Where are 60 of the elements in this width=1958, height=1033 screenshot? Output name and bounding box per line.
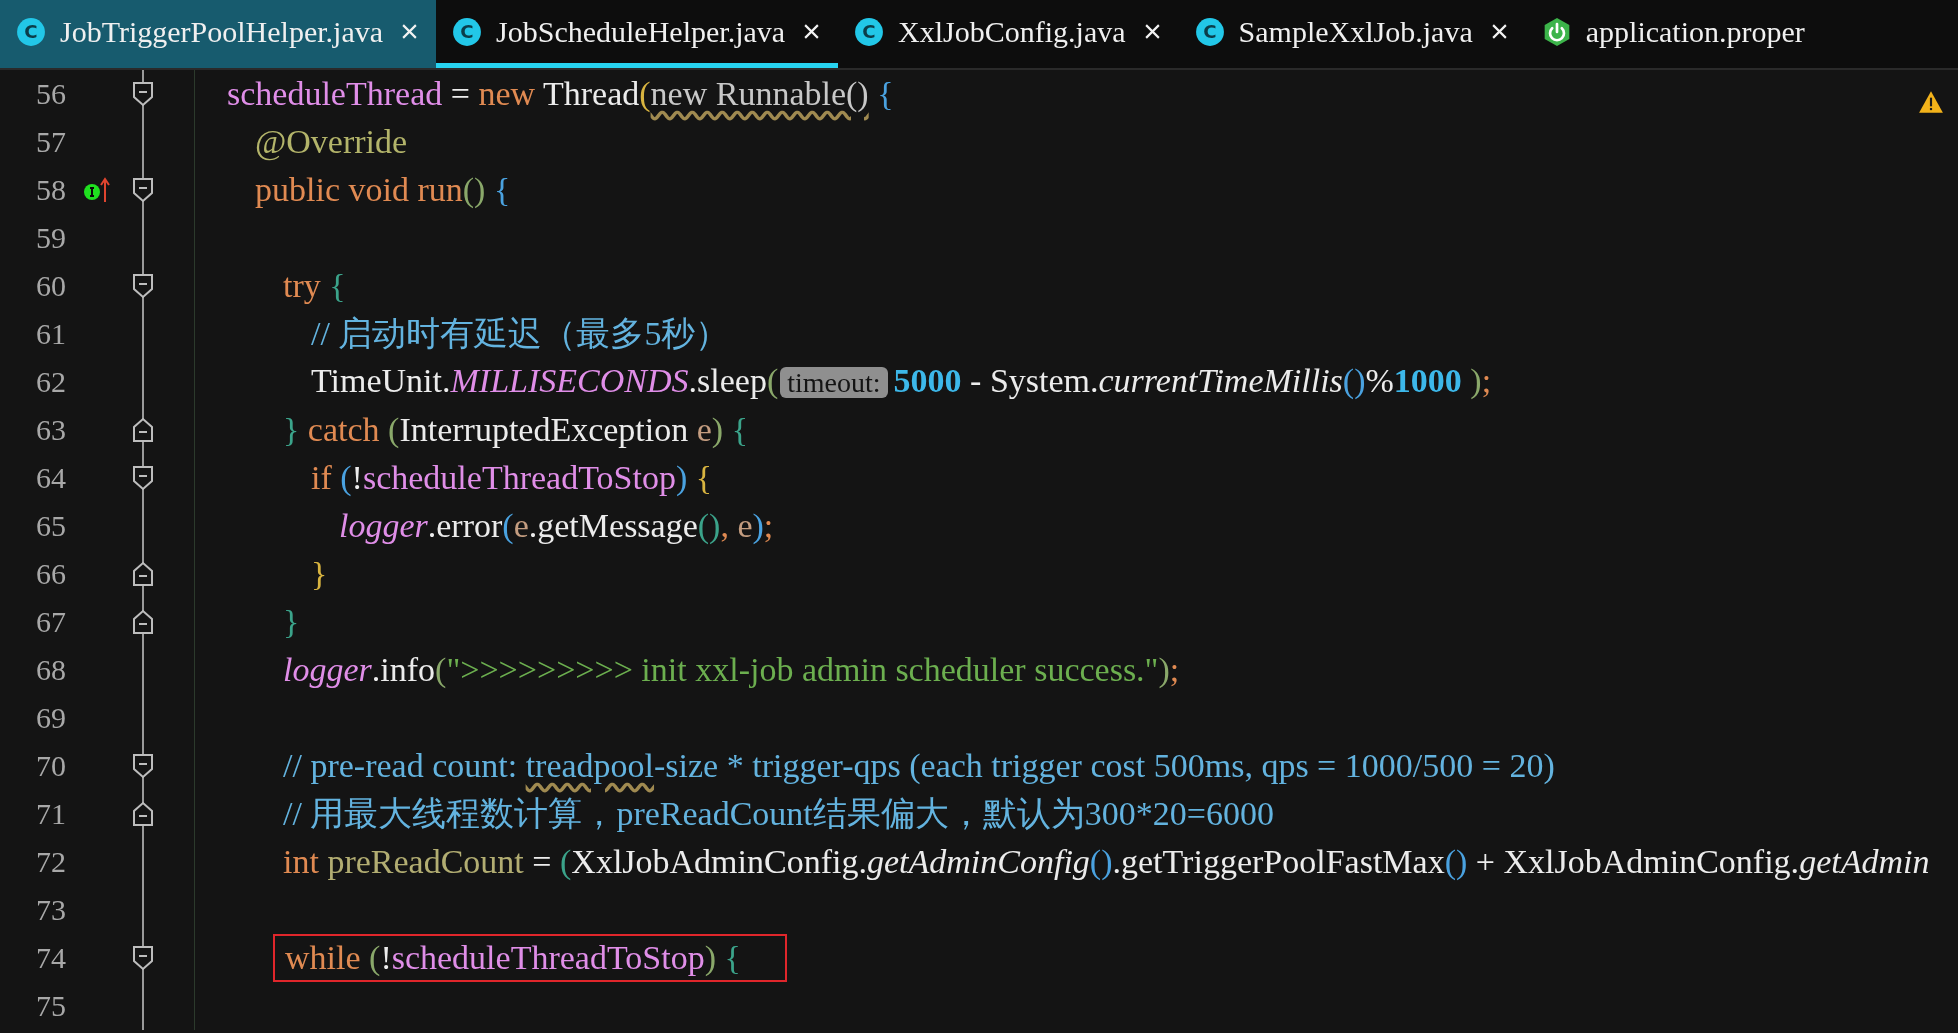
fold-icon[interactable] <box>131 943 155 973</box>
code-line: public void run() { <box>254 170 511 210</box>
code-line: logger.error(e.getMessage(), e); <box>338 506 774 546</box>
editor-tab[interactable]: C XxlJobConfig.java <box>838 0 1179 68</box>
fold-icon[interactable] <box>131 271 155 301</box>
warning-icon[interactable] <box>1918 90 1944 114</box>
line-number: 64 <box>35 461 66 495</box>
close-icon[interactable] <box>1143 23 1161 40</box>
line-number: 75 <box>35 989 66 1023</box>
line-number: 69 <box>35 701 66 735</box>
line-number: 68 <box>35 653 66 687</box>
code-line: if (!scheduleThreadToStop) { <box>310 458 713 498</box>
line-number: 73 <box>35 893 66 927</box>
fold-icon[interactable] <box>131 79 155 109</box>
class-icon: C <box>854 16 885 47</box>
line-number: 59 <box>35 221 66 255</box>
fold-icon[interactable] <box>131 607 155 637</box>
code-line: try { <box>282 266 346 306</box>
line-number: 62 <box>35 365 66 399</box>
code-line: @Override <box>254 122 408 163</box>
code-line: // 启动时有延迟（最多5秒） <box>310 314 730 354</box>
fold-icon[interactable] <box>131 751 155 781</box>
line-number: 67 <box>35 605 66 639</box>
line-number: 66 <box>35 557 66 591</box>
code-line: // pre-read count: treadpool-size * trigger-qps (each trigger cost 500ms, qps = 1000/500 = 20) <box>282 746 1555 786</box>
line-number: 56 <box>35 77 66 111</box>
code-line: } <box>310 554 328 594</box>
code-line: scheduleThread = new Thread(new Runnable() { <box>227 74 894 114</box>
editor-tab[interactable]: application.proper <box>1525 0 1823 68</box>
fold-icon[interactable] <box>131 559 155 589</box>
class-icon: C <box>16 16 46 47</box>
implements-marker-icon[interactable] <box>82 175 112 205</box>
close-icon[interactable] <box>401 23 419 40</box>
fold-icon[interactable] <box>131 799 155 829</box>
fold-icon[interactable] <box>131 175 155 205</box>
code-line: } catch (InterruptedException e) { <box>282 410 748 450</box>
line-number: 60 <box>35 269 66 303</box>
line-number: 70 <box>35 749 66 783</box>
code-line: int preReadCount = (XxlJobAdminConfig.getAdminConfig().getTriggerPoolFastMax() + XxlJobAdminConfig.getAdmin <box>282 842 1930 882</box>
fold-icon[interactable] <box>131 463 155 493</box>
editor-tab[interactable]: C SampleXxlJob.java <box>1178 0 1526 68</box>
line-number: 63 <box>35 413 66 447</box>
code-line: // 用最大线程数计算，preReadCount结果偏大，默认为300*20=6000 <box>282 794 1274 834</box>
line-number: 74 <box>35 941 66 975</box>
line-number: 57 <box>35 125 66 159</box>
class-icon: C <box>452 16 483 47</box>
editor-tab[interactable]: C JobScheduleHelper.java <box>436 0 839 68</box>
line-number: 65 <box>35 509 66 543</box>
line-number: 58 <box>35 173 66 207</box>
line-number: 72 <box>35 845 66 879</box>
code-line: logger.info(">>>>>>>>> init xxl-job admin scheduler success."); <box>282 650 1180 690</box>
editor-tab[interactable]: C JobTriggerPoolHelper.java <box>0 0 437 68</box>
close-icon[interactable] <box>803 23 821 40</box>
close-icon[interactable] <box>1490 23 1508 40</box>
line-number: 71 <box>35 797 66 831</box>
line-number: 61 <box>35 317 66 351</box>
code-line: TimeUnit.MILLISECONDS.sleep( timeout: 5000 - System.currentTimeMillis()%1000 ); <box>310 361 1492 401</box>
class-icon: C <box>1194 16 1225 47</box>
fold-icon[interactable] <box>131 415 155 445</box>
code-line: } <box>282 602 300 642</box>
